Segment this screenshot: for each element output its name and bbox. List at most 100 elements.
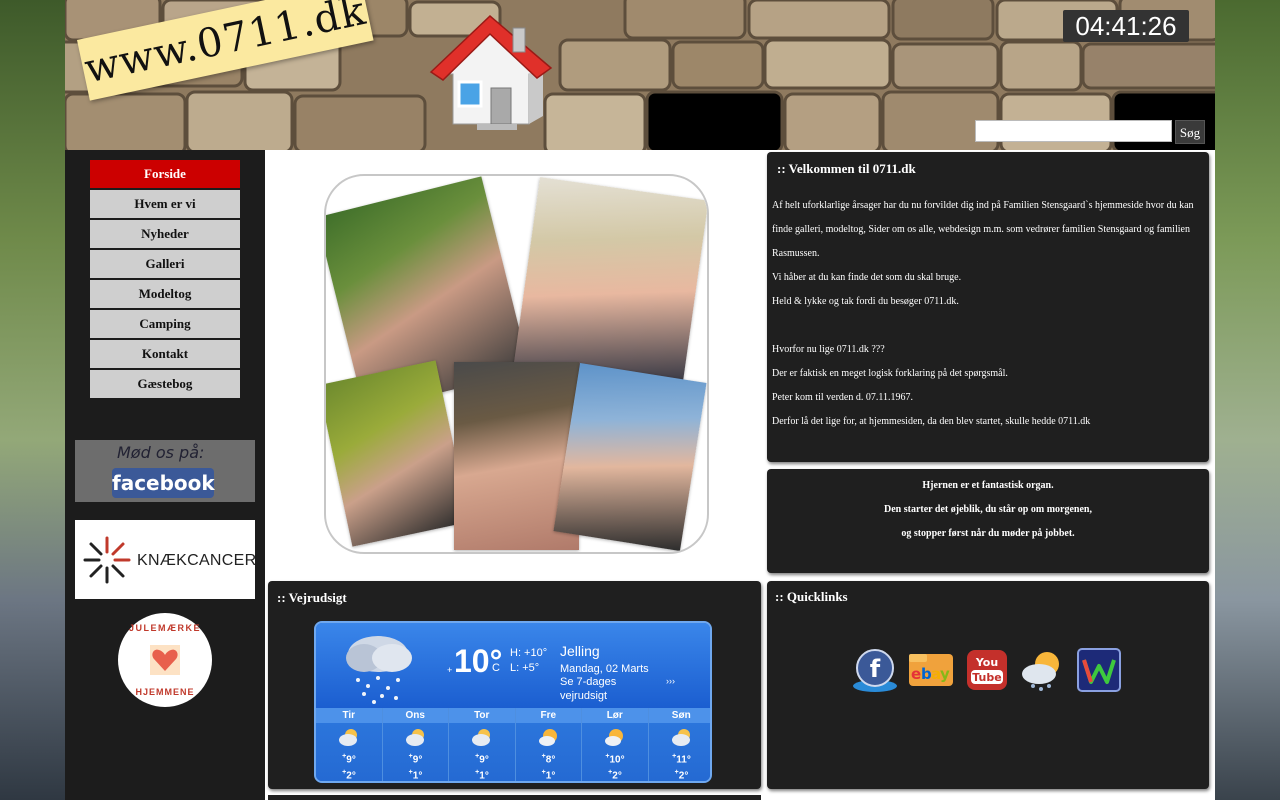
knaek-cancer-logo-icon [83, 536, 131, 584]
forecast-low: +1° [408, 769, 423, 782]
forecast-low: +2° [674, 769, 689, 782]
menu-item-hvem-er-vi[interactable]: Hvem er vi [90, 190, 240, 218]
ebay-icon[interactable]: e b a y [907, 646, 955, 694]
partly-cloudy-icon [405, 729, 424, 746]
menu-item-kontakt[interactable]: Kontakt [90, 340, 240, 368]
weather-forecast: Tir +9° +2° Ons +9° +1° Tor +9° +1° Fre … [316, 708, 710, 782]
background-right [1215, 0, 1280, 800]
bottom-box-edge [268, 795, 761, 800]
forecast-high: +10° [605, 753, 625, 766]
weather-date: Mandag, 02 Marts [560, 663, 649, 675]
welcome-paragraph: Derfor lå det lige for, at hjemmesiden, … [772, 416, 1091, 427]
menu-item-camping[interactable]: Camping [90, 310, 240, 338]
julemaerke-bottom-text: HJEMMENE [135, 687, 195, 697]
home-icon[interactable] [425, 12, 555, 132]
welcome-paragraph: Hvorfor nu lige 0711.dk ??? [772, 344, 885, 355]
julemaerke-top-text: JULEMÆRKE [128, 623, 201, 633]
page-container: www.0711.dk 04:41:26 Søg Forside Hvem er… [65, 0, 1215, 800]
welcome-paragraph: Vi håber at du kan finde det som du skal… [772, 272, 962, 283]
temp-low: L: +5° [510, 662, 540, 674]
heart-icon [150, 645, 180, 675]
forecast-day-name: Fre [515, 708, 581, 723]
photo-son-2 [553, 363, 707, 551]
forecast-day: Lør +10° +2° [582, 708, 649, 781]
forecast-low: +1° [475, 769, 489, 782]
weather-title: :: Vejrudsigt [277, 590, 347, 605]
quote-line: Hjernen er et fantastisk organ. [922, 480, 1054, 491]
weather-icon[interactable] [1019, 646, 1067, 694]
partly-cloudy-icon [339, 729, 357, 746]
svg-text:You: You [975, 656, 998, 669]
partly-sunny-icon [538, 729, 557, 746]
partly-cloudy-icon [472, 729, 490, 746]
forecast-day: Søn +11° +2° [648, 708, 710, 782]
welcome-paragraph [772, 314, 1207, 338]
facebook-icon[interactable]: f [851, 646, 899, 694]
forecast-high: +8° [541, 753, 556, 766]
quicklinks-title: :: Quicklinks [775, 589, 848, 604]
rain-cloud-icon [346, 636, 412, 704]
welcome-title: :: Velkommen til 0711.dk [777, 161, 916, 176]
forecast-link-line2[interactable]: vejrudsigt [560, 690, 607, 702]
forecast-high: +9° [342, 753, 356, 766]
partly-sunny-icon [605, 729, 623, 746]
photo-mother [513, 177, 707, 389]
forecast-high: +9° [408, 753, 423, 766]
forecast-low: +1° [541, 769, 556, 782]
facebook-banner[interactable]: Mød os på: facebook [75, 440, 255, 502]
search-button[interactable]: Søg [1175, 120, 1205, 144]
forecast-link-line1[interactable]: Se 7-dages [560, 676, 616, 688]
forecast-day: Tor +9° +1° [449, 708, 516, 782]
forecast-day: Ons +9° +1° [382, 708, 449, 782]
forecast-day-name: Lør [582, 708, 648, 723]
quicklinks-box: :: Quicklinks f e b a y You Tube [767, 581, 1209, 789]
forecast-high: +9° [475, 753, 489, 766]
sidebar: Forside Hvem er vi Nyheder Galleri Model… [65, 150, 265, 800]
current-temp-sign: + [447, 665, 453, 675]
welcome-body: Af helt uforklarlige årsager har du nu f… [772, 194, 1207, 434]
weather-city: Jelling [560, 643, 600, 659]
forecast-low: +2° [342, 769, 356, 782]
forecast-day: Fre +8° +1° [515, 708, 582, 782]
facebook-logo: facebook [112, 468, 215, 498]
background-left [0, 0, 65, 800]
main-menu: Forside Hvem er vi Nyheder Galleri Model… [90, 160, 242, 400]
quote-body: Hjernen er et fantastisk organ. Den star… [767, 474, 1209, 546]
menu-item-forside[interactable]: Forside [90, 160, 240, 188]
svg-text:f: f [870, 655, 881, 683]
welcome-box: :: Velkommen til 0711.dk Af helt uforkla… [767, 152, 1209, 462]
menu-item-modeltog[interactable]: Modeltog [90, 280, 240, 308]
forecast-day-name: Ons [382, 708, 448, 723]
weather-widget[interactable]: + 10° C H: +10° L: +5° Jelling Mandag, 0… [314, 621, 712, 783]
forecast-day-name: Tir [316, 708, 382, 723]
julemaerke-badge[interactable]: JULEMÆRKE HJEMMENE [118, 613, 212, 707]
svg-text:e: e [911, 665, 921, 683]
clock: 04:41:26 [1063, 10, 1189, 42]
w-icon[interactable] [1075, 646, 1123, 694]
facebook-tagline: Mød os på: [117, 443, 205, 462]
search-input[interactable] [975, 120, 1172, 142]
forecast-day-name: Søn [648, 708, 710, 723]
welcome-paragraph: Peter kom til verden d. 07.11.1967. [772, 392, 913, 403]
partly-cloudy-icon [671, 729, 690, 746]
forecast-day: Tir +9° +2° [316, 708, 383, 782]
weather-box: :: Vejrudsigt + 10° C H: +10° L: +5° Jel… [268, 581, 761, 789]
forecast-day-name: Tor [449, 708, 515, 723]
svg-text:Tube: Tube [972, 671, 1001, 684]
temp-high: H: +10° [510, 647, 548, 659]
menu-item-galleri[interactable]: Galleri [90, 250, 240, 278]
quote-line: og stopper først når du møder på jobbet. [901, 528, 1075, 539]
knaek-cancer-banner[interactable]: KNÆKCANCER [75, 520, 257, 599]
menu-item-nyheder[interactable]: Nyheder [90, 220, 240, 248]
forecast-arrow-icon[interactable]: ››› [666, 676, 675, 686]
temp-unit: C [492, 662, 500, 674]
header: www.0711.dk 04:41:26 Søg [65, 0, 1215, 150]
family-photo-collage [324, 174, 709, 554]
welcome-paragraph: Held & lykke og tak fordi du besøger 071… [772, 296, 959, 307]
welcome-paragraph: Der er faktisk en meget logisk forklarin… [772, 368, 1008, 379]
quote-box: Hjernen er et fantastisk organ. Den star… [767, 469, 1209, 573]
menu-item-gaestebog[interactable]: Gæstebog [90, 370, 240, 398]
youtube-icon[interactable]: You Tube [963, 646, 1011, 694]
forecast-high: +11° [672, 753, 691, 766]
knaek-cancer-label: KNÆKCANCER [137, 552, 257, 569]
